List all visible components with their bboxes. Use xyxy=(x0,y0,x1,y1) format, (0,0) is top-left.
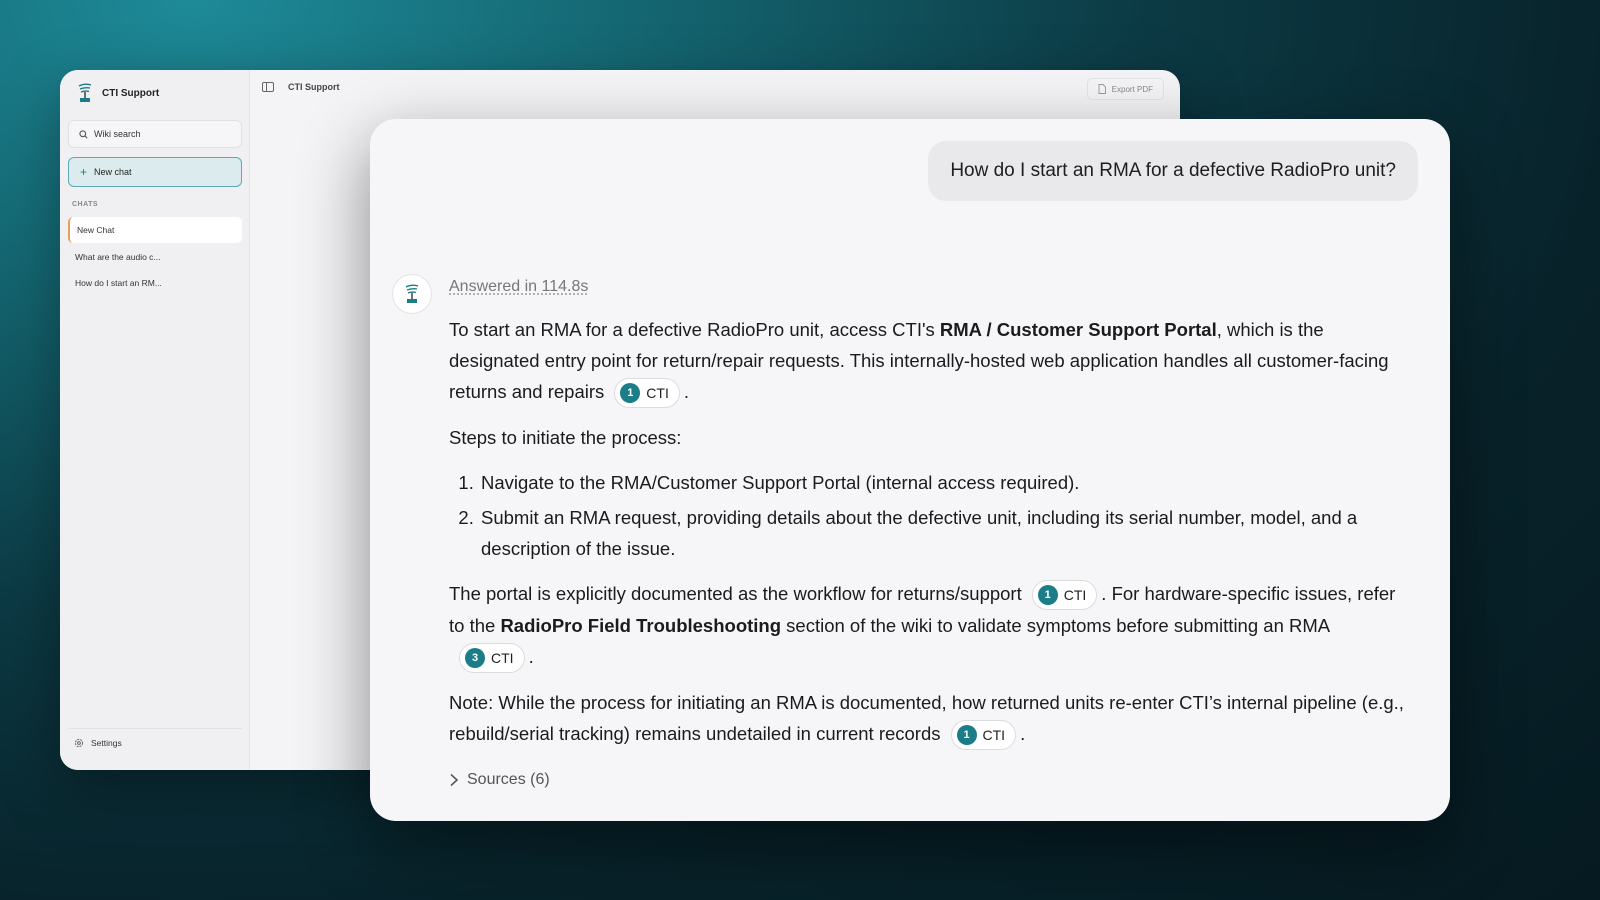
sidebar-toggle-icon[interactable] xyxy=(262,82,274,92)
page-title: CTI Support xyxy=(288,82,340,92)
chat-item-new-chat[interactable]: New Chat xyxy=(68,217,242,243)
citation-number: 1 xyxy=(620,383,641,404)
wiki-search-label: Wiki search xyxy=(94,129,141,139)
citation-label: CTI xyxy=(491,650,514,667)
text: Note: While the process for initiating a… xyxy=(449,692,1404,745)
list-item: Submit an RMA request, providing details… xyxy=(479,502,1409,564)
text: The portal is explicitly documented as t… xyxy=(449,583,1022,605)
text: . xyxy=(1020,723,1026,745)
export-pdf-button[interactable]: Export PDF xyxy=(1086,78,1164,100)
chat-item-label: How do I start an RM... xyxy=(75,278,162,288)
brand: CTI Support xyxy=(76,82,159,104)
answer-paragraph: To start an RMA for a defective RadioPro… xyxy=(449,314,1409,409)
cti-logo-icon xyxy=(405,284,419,303)
text: section of the wiki to validate symptoms… xyxy=(781,615,1331,637)
export-pdf-label: Export PDF xyxy=(1111,84,1153,94)
citation-chip[interactable]: 1 CTI xyxy=(1031,580,1098,611)
chevron-right-icon xyxy=(450,773,459,787)
new-chat-button[interactable]: + New chat xyxy=(68,157,242,187)
gear-icon xyxy=(74,738,84,748)
new-chat-label: New chat xyxy=(94,167,132,177)
plus-icon: + xyxy=(80,165,88,179)
answer-paragraph: The portal is explicitly documented as t… xyxy=(449,578,1409,674)
settings-button[interactable]: Settings xyxy=(74,738,122,748)
text: . xyxy=(528,646,534,668)
chat-item-label: New Chat xyxy=(77,225,115,235)
sources-toggle[interactable]: Sources (6) xyxy=(449,764,1409,795)
conversation-panel: How do I start an RMA for a defective Ra… xyxy=(370,119,1450,821)
user-message-text: How do I start an RMA for a defective Ra… xyxy=(950,160,1396,181)
bold-text: RadioPro Field Troubleshooting xyxy=(500,615,782,637)
divider xyxy=(68,728,242,729)
wiki-search-button[interactable]: Wiki search xyxy=(68,120,242,148)
citation-chip[interactable]: 1 CTI xyxy=(950,720,1017,751)
chats-section-label: CHATS xyxy=(72,201,99,208)
document-icon xyxy=(1098,84,1106,94)
citation-label: CTI xyxy=(1063,587,1087,604)
citation-chip[interactable]: 3 CTI xyxy=(459,643,525,674)
list-item: Navigate to the RMA/Customer Support Por… xyxy=(479,467,1409,498)
steps-list: Navigate to the RMA/Customer Support Por… xyxy=(479,467,1409,564)
citation-label: CTI xyxy=(982,727,1006,744)
text: . xyxy=(683,381,689,402)
citation-chip[interactable]: 1 CTI xyxy=(614,378,680,409)
search-icon xyxy=(79,129,88,139)
answer-timing[interactable]: Answered in 114.8s xyxy=(449,271,588,302)
brand-title: CTI Support xyxy=(102,87,160,99)
citation-number: 1 xyxy=(1037,585,1058,606)
citation-number: 1 xyxy=(956,725,977,746)
bold-text: RMA / Customer Support Portal xyxy=(939,319,1217,340)
chat-item-audio[interactable]: What are the audio c... xyxy=(68,244,242,270)
citation-label: CTI xyxy=(646,385,669,402)
steps-intro: Steps to initiate the process: xyxy=(449,427,682,449)
chat-item-rma[interactable]: How do I start an RM... xyxy=(68,270,242,296)
user-message: How do I start an RMA for a defective Ra… xyxy=(928,141,1418,201)
answer-paragraph: Note: While the process for initiating a… xyxy=(449,687,1409,751)
sources-label: Sources (6) xyxy=(467,771,550,789)
sidebar: CTI Support Wiki search + New chat CHATS… xyxy=(60,70,250,770)
cti-logo-icon xyxy=(78,83,92,102)
chat-item-label: What are the audio c... xyxy=(75,252,161,262)
settings-label: Settings xyxy=(91,738,122,748)
assistant-avatar xyxy=(392,274,432,314)
citation-number: 3 xyxy=(465,648,485,669)
assistant-answer: Answered in 114.8s To start an RMA for a… xyxy=(449,269,1409,795)
text: To start an RMA for a defective RadioPro… xyxy=(449,319,940,340)
